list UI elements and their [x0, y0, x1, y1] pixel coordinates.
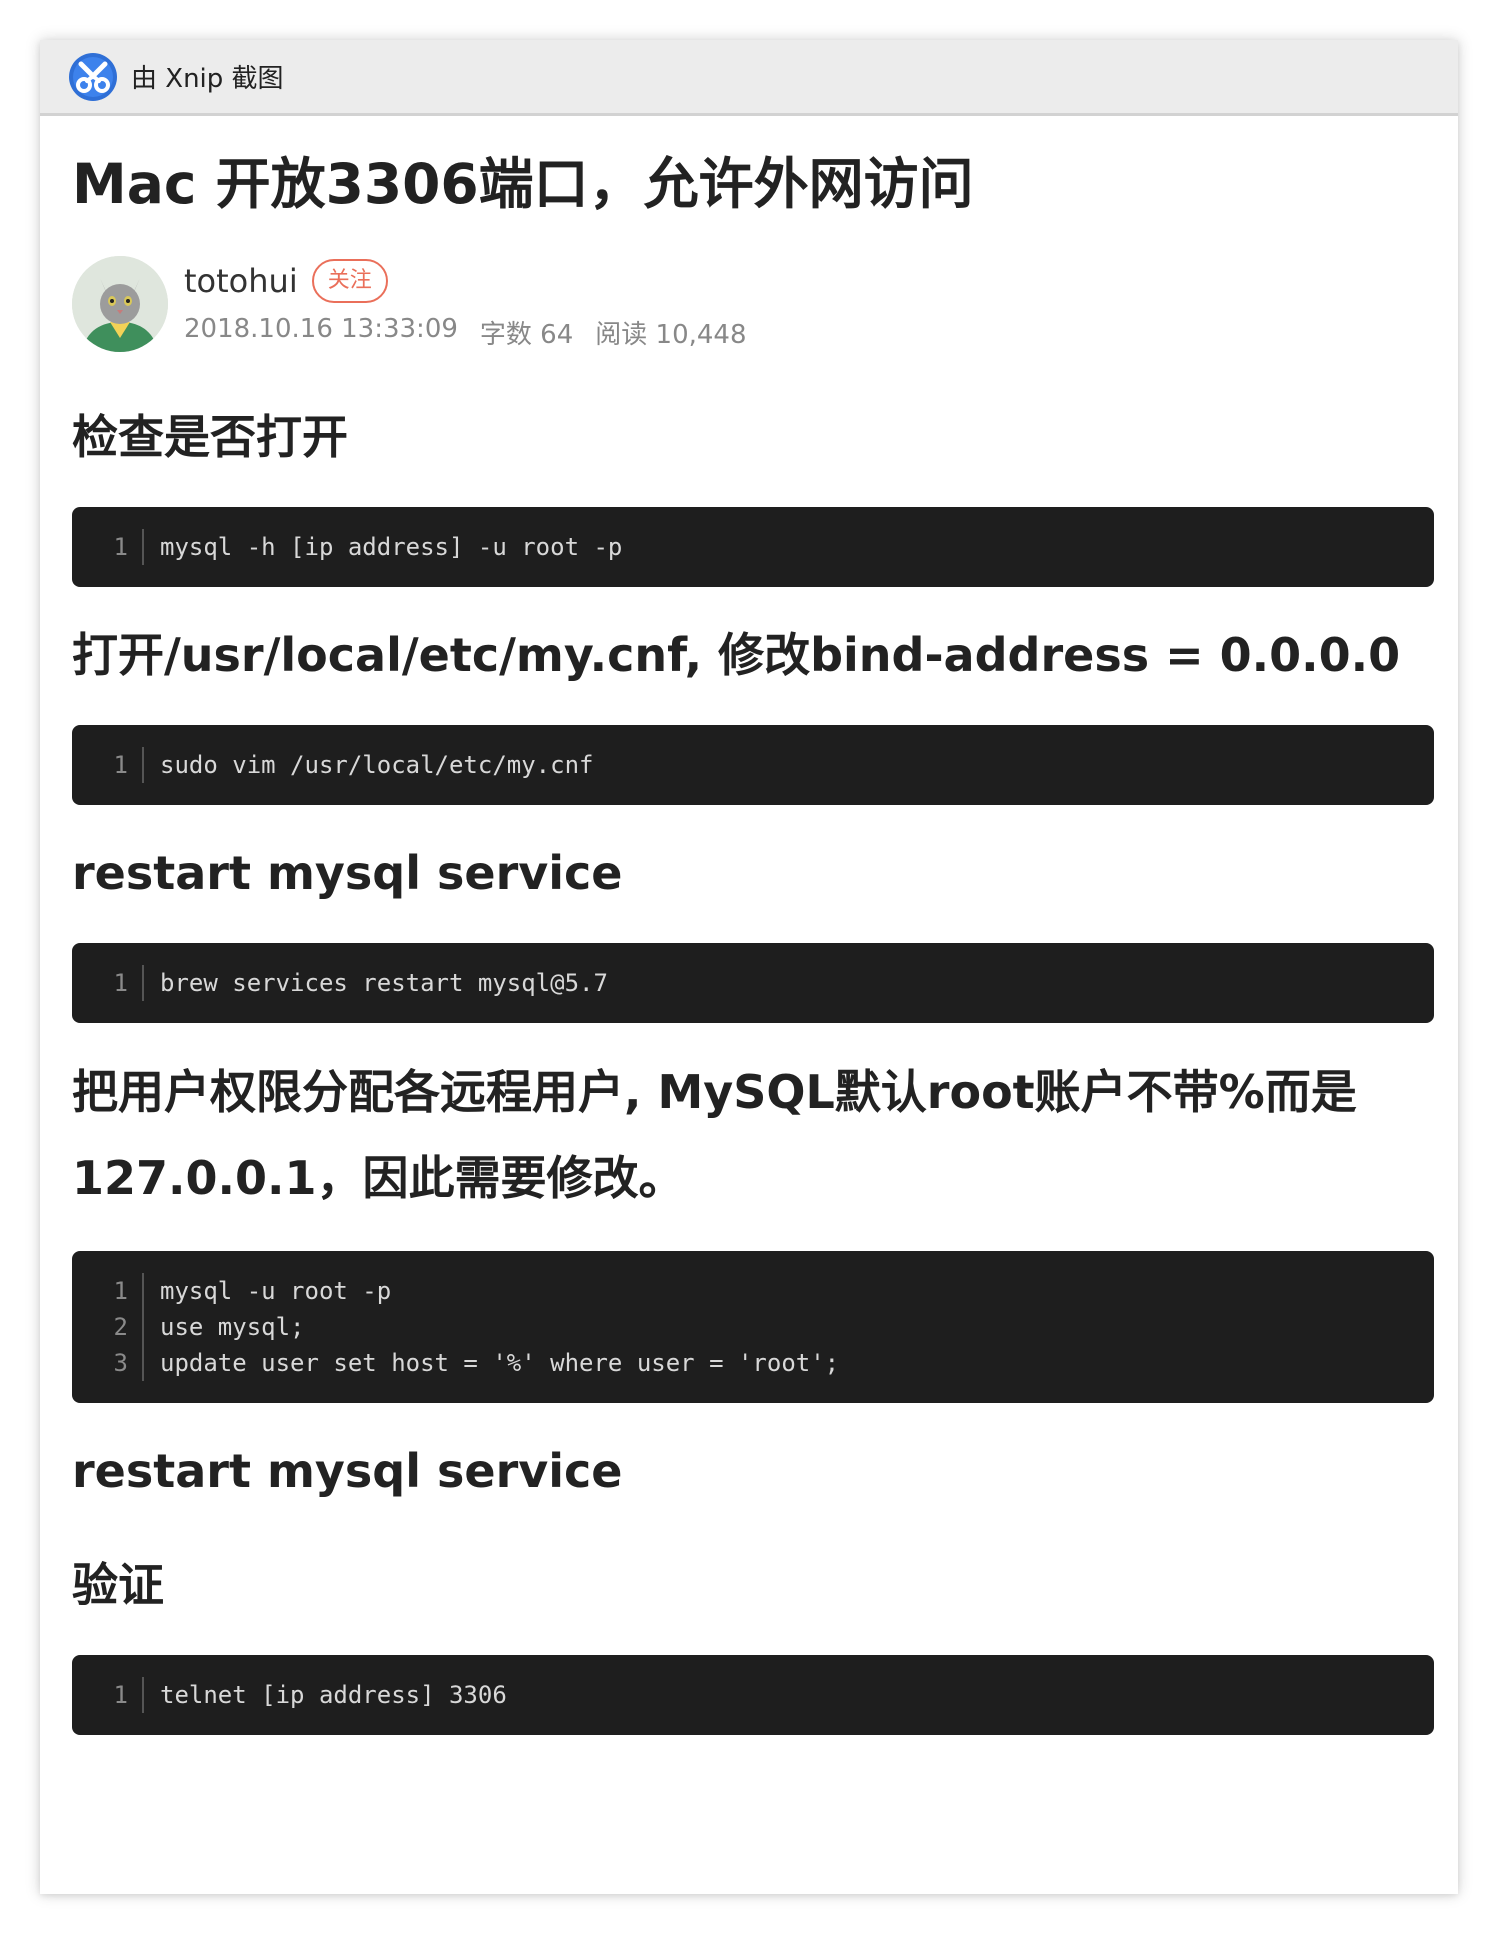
- section-heading-line: 把用户权限分配各远程用户, MySQL默认root账户不带%而是: [72, 1065, 1357, 1119]
- avatar[interactable]: [72, 256, 168, 352]
- word-count: 字数 64: [479, 320, 574, 350]
- code-block[interactable]: 1 mysql -u root -p 2 use mysql; 3 update…: [72, 1251, 1434, 1403]
- code-line: 1 mysql -u root -p: [72, 1273, 1434, 1309]
- line-number: 3: [113, 1349, 128, 1377]
- follow-button[interactable]: 关注: [311, 259, 388, 303]
- author-name[interactable]: totohui: [184, 262, 298, 300]
- post-meta: 2018.10.16 13:33:09 字数 64 阅读 10,448: [184, 314, 747, 351]
- line-number: 1: [113, 751, 128, 779]
- section-heading: 打开/usr/local/etc/my.cnf, 修改bind-address …: [72, 628, 1401, 682]
- code-line: 2 use mysql;: [72, 1309, 1434, 1345]
- code-text: mysql -u root -p: [142, 1273, 391, 1309]
- screenshot-window: 由 Xnip 截图 Mac 开放3306端口，允许外网访问 totohui 关注…: [40, 40, 1458, 1894]
- article: Mac 开放3306端口，允许外网访问 totohui 关注 2018.10.1…: [40, 116, 1458, 1735]
- author-block: totohui 关注 2018.10.16 13:33:09 字数 64 阅读 …: [72, 256, 1434, 352]
- code-text: update user set host = '%' where user = …: [142, 1345, 839, 1381]
- code-block[interactable]: 1 telnet [ip address] 3306: [72, 1655, 1434, 1735]
- line-number: 1: [113, 1277, 128, 1305]
- section-heading: restart mysql service: [72, 846, 623, 900]
- code-text: brew services restart mysql@5.7: [142, 965, 608, 1001]
- code-text: mysql -h [ip address] -u root -p: [142, 529, 622, 565]
- post-date: 2018.10.16 13:33:09: [184, 314, 458, 344]
- section-heading: restart mysql service: [72, 1444, 623, 1498]
- code-text: use mysql;: [142, 1309, 305, 1345]
- xnip-icon: [68, 52, 118, 102]
- code-block[interactable]: 1 mysql -h [ip address] -u root -p: [72, 507, 1434, 587]
- code-line: 1 sudo vim /usr/local/etc/my.cnf: [72, 747, 1434, 783]
- read-count: 阅读 10,448: [595, 320, 747, 350]
- section-heading: 检查是否打开: [72, 410, 348, 464]
- line-number: 2: [113, 1313, 128, 1341]
- window-titlebar: 由 Xnip 截图: [40, 40, 1458, 116]
- window-title: 由 Xnip 截图: [131, 64, 284, 94]
- code-block[interactable]: 1 brew services restart mysql@5.7: [72, 943, 1434, 1023]
- page-title: Mac 开放3306端口，允许外网访问: [72, 152, 974, 216]
- line-number: 1: [113, 969, 128, 997]
- code-line: 3 update user set host = '%' where user …: [72, 1345, 1434, 1381]
- line-number: 1: [113, 533, 128, 561]
- code-block[interactable]: 1 sudo vim /usr/local/etc/my.cnf: [72, 725, 1434, 805]
- section-heading: 把用户权限分配各远程用户, MySQL默认root账户不带%而是 127.0.0…: [72, 1049, 1434, 1221]
- code-text: sudo vim /usr/local/etc/my.cnf: [142, 747, 593, 783]
- line-number: 1: [113, 1681, 128, 1709]
- section-heading: 验证: [72, 1558, 164, 1612]
- code-line: 1 mysql -h [ip address] -u root -p: [72, 529, 1434, 565]
- code-line: 1 telnet [ip address] 3306: [72, 1677, 1434, 1713]
- code-text: telnet [ip address] 3306: [142, 1677, 507, 1713]
- code-line: 1 brew services restart mysql@5.7: [72, 965, 1434, 1001]
- section-heading-line: 127.0.0.1，因此需要修改。: [72, 1151, 685, 1205]
